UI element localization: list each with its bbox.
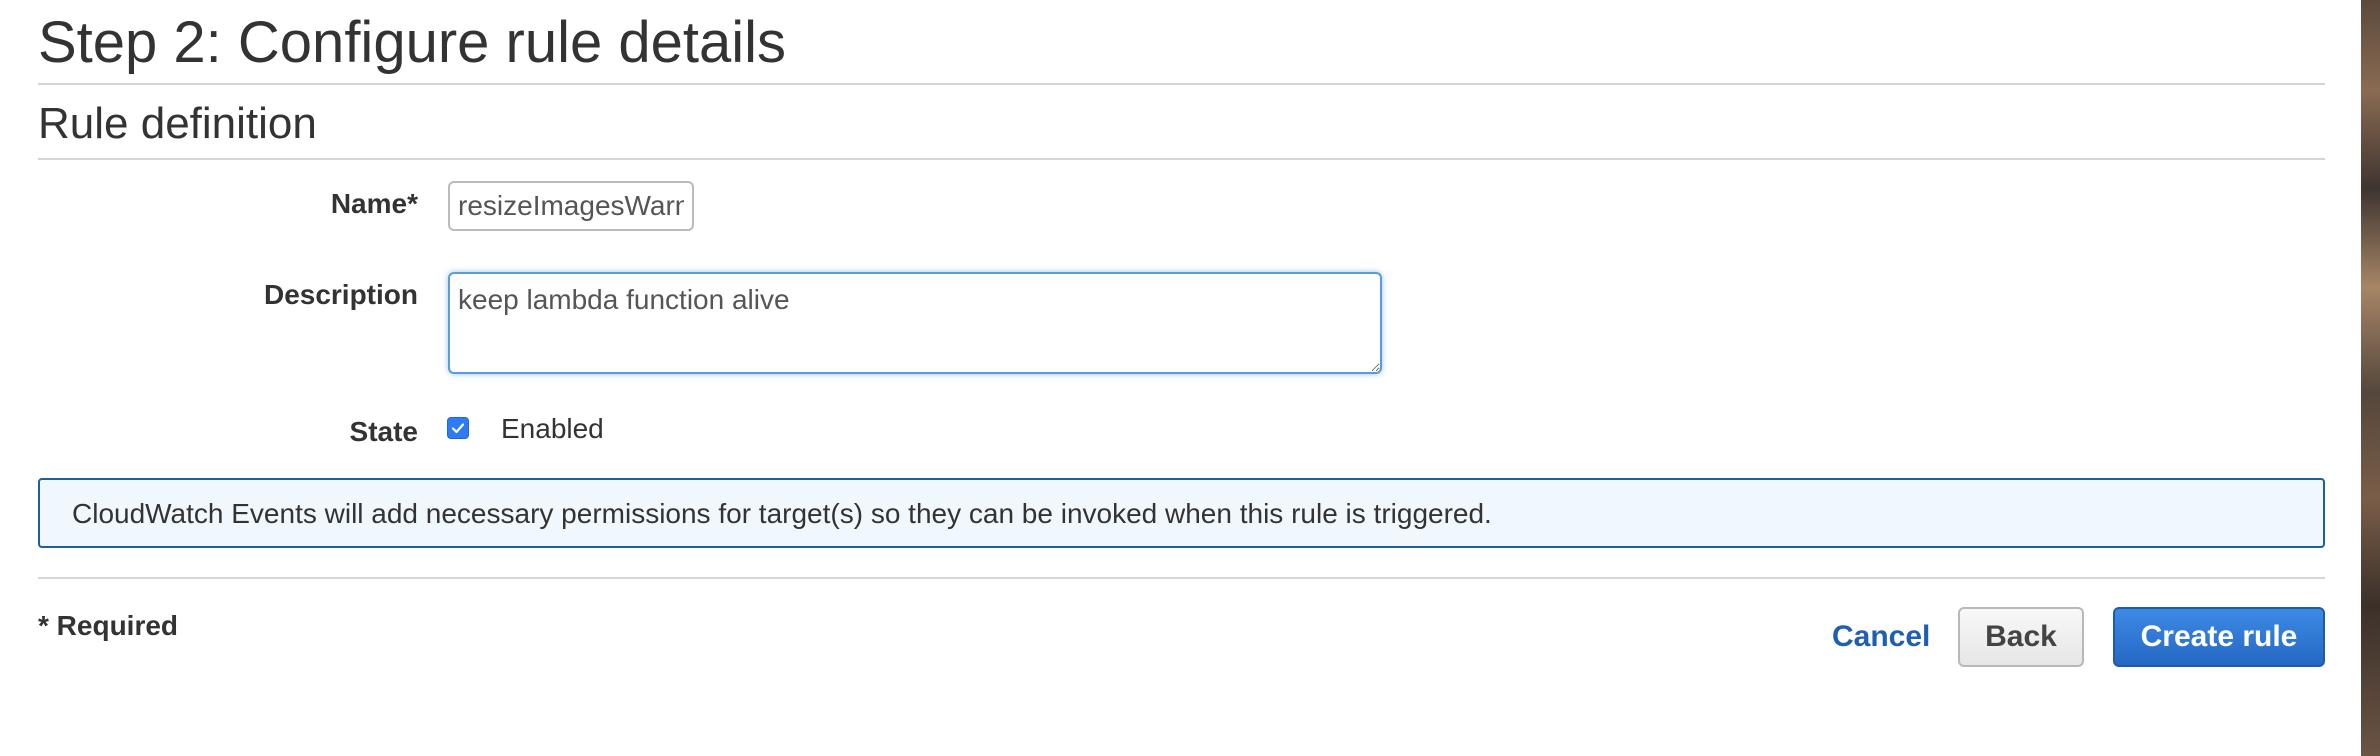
configure-rule-page: Step 2: Configure rule details Rule defi… — [38, 0, 2325, 756]
footer-divider — [38, 577, 2325, 579]
name-input[interactable] — [448, 181, 694, 231]
section-title: Rule definition — [38, 99, 317, 148]
description-label: Description — [263, 279, 418, 310]
name-label: Name* — [330, 188, 418, 219]
page-title: Step 2: Configure rule details — [38, 10, 786, 75]
state-label: State — [349, 416, 418, 447]
title-divider — [38, 83, 2325, 85]
create-rule-button[interactable]: Create rule — [2113, 607, 2325, 667]
description-textarea[interactable]: keep lambda function alive — [448, 272, 1382, 374]
enabled-label[interactable]: Enabled — [501, 413, 604, 445]
back-button[interactable]: Back — [1958, 607, 2084, 667]
section-divider — [38, 158, 2325, 160]
checkmark-icon — [451, 423, 465, 434]
info-message: CloudWatch Events will add necessary per… — [72, 498, 1492, 529]
required-note: * Required — [38, 610, 179, 641]
info-alert: CloudWatch Events will add necessary per… — [38, 478, 2325, 548]
background-window-edge — [2361, 0, 2380, 756]
enabled-checkbox[interactable] — [447, 417, 469, 439]
cancel-link[interactable]: Cancel — [1832, 620, 1930, 654]
